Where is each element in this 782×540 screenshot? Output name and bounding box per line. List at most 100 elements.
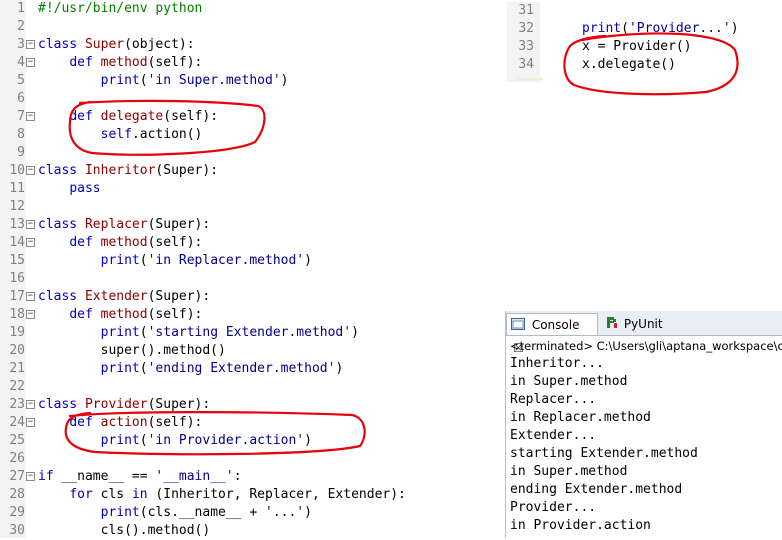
- code-line[interactable]: pass: [38, 180, 101, 198]
- fold-toggle-icon[interactable]: [26, 58, 35, 67]
- line-number: 23: [9, 397, 25, 412]
- console-view[interactable]: Console ☒ PyUnit <terminated> C:\Users\g…: [505, 311, 782, 538]
- fold-toggle-icon[interactable]: [26, 238, 35, 247]
- code-token: ): [304, 505, 312, 520]
- line-number: 19: [9, 325, 25, 340]
- line-number: 2: [17, 19, 25, 34]
- code-line[interactable]: print('ending Extender.method'): [38, 360, 344, 378]
- code-line[interactable]: super().method(): [38, 342, 226, 360]
- code-token: (cls.__name__ +: [139, 505, 265, 520]
- code-line[interactable]: def method(self):: [38, 306, 202, 324]
- code-line[interactable]: def action(self):: [38, 414, 202, 432]
- code-line[interactable]: for cls in (Inheritor, Replacer, Extende…: [38, 486, 406, 504]
- line-number: 11: [9, 181, 25, 196]
- console-line: ending Extender.method: [510, 482, 683, 497]
- console-line: Replacer...: [510, 392, 597, 407]
- code-line[interactable]: print('Provider...'): [582, 20, 739, 38]
- code-snippet-editor[interactable]: 31 32 print('Provider...') 33 x = Provider()…: [507, 2, 782, 82]
- line-number: 20: [9, 343, 25, 358]
- code-line[interactable]: x.delegate(): [582, 56, 676, 74]
- code-token: class: [38, 397, 85, 412]
- console-line: starting Extender.method: [510, 446, 698, 461]
- code-token: ): [304, 433, 312, 448]
- fold-toggle-icon[interactable]: [26, 472, 35, 481]
- line-number: 12: [9, 199, 25, 214]
- code-token: 'ending Extender.method': [147, 361, 336, 376]
- code-token: x = Provider(): [582, 39, 692, 54]
- line-number: 17: [9, 289, 25, 304]
- code-token: (: [139, 433, 148, 448]
- code-line[interactable]: #!/usr/bin/env python: [38, 0, 202, 18]
- code-token: method: [100, 307, 148, 322]
- code-token: if: [38, 469, 62, 484]
- code-token: Provider: [84, 397, 148, 412]
- code-line[interactable]: def method(self):: [38, 54, 202, 72]
- code-token: def: [69, 55, 101, 70]
- code-token: Replacer: [84, 217, 148, 232]
- line-number: 1: [17, 1, 25, 16]
- code-line[interactable]: class Extender(Super):: [38, 288, 210, 306]
- fold-toggle-icon[interactable]: [26, 112, 35, 121]
- code-line[interactable]: def delegate(self):: [38, 108, 218, 126]
- fold-toggle-icon[interactable]: [26, 40, 35, 49]
- code-line[interactable]: x = Provider(): [582, 38, 692, 56]
- code-token: cls: [100, 487, 132, 502]
- process-status: <terminated> C:\Users\gli\aptana_workspa…: [510, 339, 782, 353]
- code-line[interactable]: print('in Provider.action'): [38, 432, 312, 450]
- code-token: (: [621, 21, 629, 36]
- line-number: 26: [9, 451, 25, 466]
- code-token: Extender: [84, 289, 148, 304]
- fold-toggle-icon[interactable]: [26, 292, 35, 301]
- code-token: (: [139, 325, 148, 340]
- line-number: 25: [9, 433, 25, 448]
- code-line[interactable]: print(cls.__name__ + '...'): [38, 504, 312, 522]
- code-line[interactable]: if __name__ == '__main__':: [38, 468, 242, 486]
- code-line[interactable]: class Replacer(Super):: [38, 216, 210, 234]
- code-line[interactable]: self.action(): [38, 126, 203, 144]
- line-number: 4: [17, 55, 25, 70]
- code-line[interactable]: cls().method(): [38, 522, 211, 540]
- code-token: class: [38, 217, 85, 232]
- code-line[interactable]: print('in Replacer.method'): [38, 252, 312, 270]
- tab-console[interactable]: Console ☒: [506, 313, 598, 355]
- code-token: delegate: [100, 109, 164, 124]
- fold-toggle-icon[interactable]: [26, 418, 35, 427]
- code-token: for: [69, 487, 101, 502]
- code-token: 'in Provider.action': [147, 433, 305, 448]
- code-line[interactable]: class Inheritor(Super):: [38, 162, 218, 180]
- code-token: __name__ ==: [61, 469, 156, 484]
- line-number: 8: [17, 127, 25, 142]
- code-token: print: [100, 505, 140, 520]
- line-number: 18: [9, 307, 25, 322]
- code-token: ): [280, 73, 289, 88]
- code-line[interactable]: print('starting Extender.method'): [38, 324, 359, 342]
- code-line[interactable]: class Provider(Super):: [38, 396, 210, 414]
- code-token: def: [69, 235, 101, 250]
- code-token: 'starting Extender.method': [147, 325, 352, 340]
- code-token: pass: [69, 181, 101, 196]
- code-line[interactable]: class Super(object):: [38, 36, 195, 54]
- code-token: (Super):: [147, 217, 211, 232]
- line-number: 27: [9, 469, 25, 484]
- code-token: (: [139, 253, 148, 268]
- code-line[interactable]: def method(self):: [38, 234, 202, 252]
- code-token: '__main__': [155, 469, 234, 484]
- fold-toggle-icon[interactable]: [26, 220, 35, 229]
- fold-toggle-icon[interactable]: [26, 400, 35, 409]
- tab-pyunit[interactable]: PyUnit: [602, 313, 672, 335]
- fold-toggle-icon[interactable]: [26, 166, 35, 175]
- console-icon: [511, 315, 525, 337]
- line-number: 6: [17, 91, 25, 106]
- code-line[interactable]: print('in Super.method'): [38, 72, 289, 90]
- line-number: 5: [17, 73, 25, 88]
- code-editor[interactable]: 1 #!/usr/bin/env python 23 class Super(obje…: [0, 0, 500, 538]
- fold-toggle-icon[interactable]: [26, 310, 35, 319]
- line-number: 13: [9, 217, 25, 232]
- line-number: 10: [9, 163, 25, 178]
- console-line: Provider...: [510, 500, 597, 515]
